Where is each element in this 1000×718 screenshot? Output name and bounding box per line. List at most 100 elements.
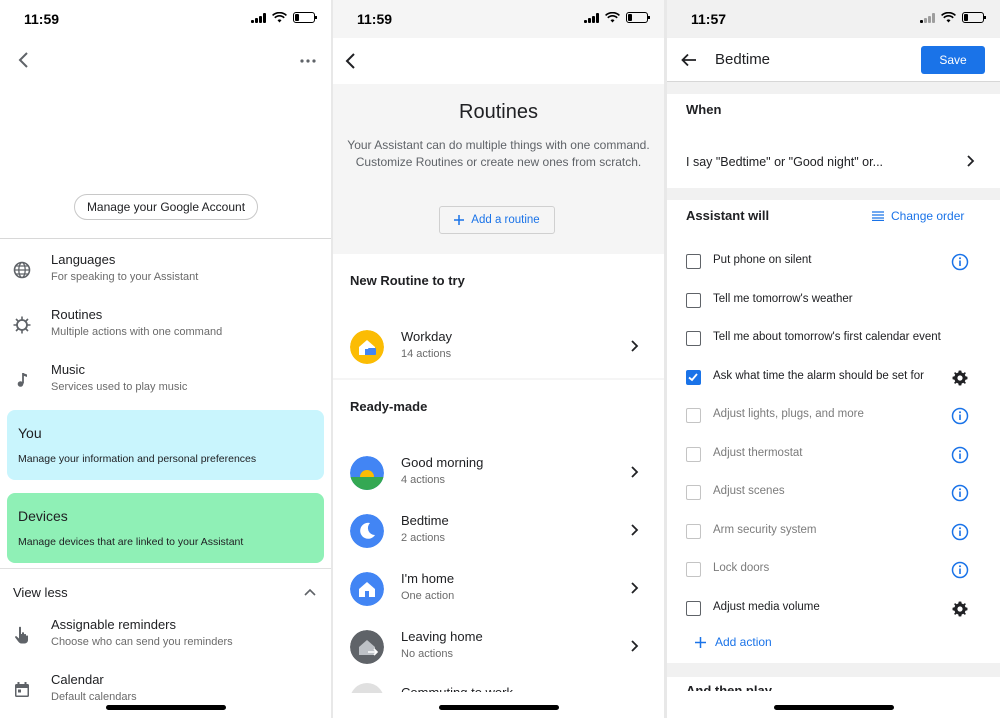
checkbox[interactable] [686, 408, 701, 423]
action-row[interactable]: Tell me tomorrow's weather [667, 286, 1000, 316]
gear-icon[interactable] [951, 600, 969, 618]
checkbox[interactable] [686, 601, 701, 616]
routines-icon [13, 316, 31, 334]
action-label: Tell me about tomorrow's first calendar … [713, 331, 941, 343]
settings-item-calendar[interactable]: Calendar Default calendars [0, 668, 331, 718]
change-order-button[interactable]: Change order [872, 209, 964, 223]
action-row[interactable]: Lock doors [667, 555, 1000, 585]
back-arrow-icon[interactable] [679, 50, 699, 70]
settings-item-subtitle: Default calendars [51, 691, 137, 703]
status-icons [920, 12, 986, 23]
music-note-icon [17, 373, 27, 387]
card-subtitle: Manage devices that are linked to your A… [18, 536, 244, 548]
bedtime-header: Bedtime Save [667, 38, 1000, 82]
action-label: Adjust media volume [713, 601, 820, 613]
checkbox[interactable] [686, 331, 701, 346]
checkbox[interactable] [686, 562, 701, 577]
you-card[interactable]: You Manage your information and personal… [7, 410, 324, 480]
routine-subtitle: 2 actions [401, 532, 446, 544]
routine-item-workday[interactable]: Workday 14 actions [333, 324, 664, 374]
battery-icon [962, 12, 986, 23]
routine-item-good-morning[interactable]: Good morning 4 actions [333, 450, 664, 500]
info-icon[interactable] [951, 253, 969, 271]
action-row[interactable]: Ask what time the alarm should be set fo… [667, 363, 1000, 393]
settings-item-subtitle: Services used to play music [51, 381, 188, 393]
info-icon[interactable] [951, 561, 969, 579]
checkbox[interactable] [686, 254, 701, 269]
back-icon[interactable] [14, 50, 34, 70]
add-action-label: Add action [715, 635, 772, 649]
info-icon[interactable] [951, 446, 969, 464]
house-icon [350, 572, 384, 606]
moon-icon [350, 514, 384, 548]
card-title: Devices [18, 508, 68, 524]
routine-title-partial: Commuting to work [401, 683, 513, 692]
add-routine-button[interactable]: Add a routine [439, 206, 555, 234]
gear-icon[interactable] [951, 369, 969, 387]
routine-item-leaving-home[interactable]: Leaving home No actions [333, 624, 664, 674]
action-label: Tell me tomorrow's weather [713, 293, 853, 305]
save-button[interactable]: Save [921, 46, 985, 74]
info-icon[interactable] [951, 407, 969, 425]
hand-pointer-icon [15, 626, 28, 644]
settings-item-routines[interactable]: Routines Multiple actions with one comma… [0, 303, 331, 353]
routine-item-im-home[interactable]: I'm home One action [333, 566, 664, 616]
checkbox[interactable] [686, 447, 701, 462]
action-row[interactable]: Arm security system [667, 517, 1000, 547]
page-title: Routines [459, 101, 538, 123]
checkbox[interactable] [686, 485, 701, 500]
wifi-icon [605, 12, 620, 23]
reorder-icon [872, 211, 884, 221]
when-trigger[interactable]: I say "Bedtime" or "Good night" or... [686, 155, 883, 169]
view-less-toggle[interactable]: View less [13, 585, 68, 600]
chevron-right-icon [631, 524, 639, 536]
routine-avatar-partial [350, 683, 384, 693]
action-row[interactable]: Adjust lights, plugs, and more [667, 401, 1000, 431]
settings-item-title: Music [51, 362, 85, 377]
manage-google-account-button[interactable]: Manage your Google Account [74, 194, 258, 220]
action-row[interactable]: Adjust media volume [667, 594, 1000, 624]
routine-subtitle: 4 actions [401, 474, 446, 486]
more-options-icon[interactable] [300, 58, 316, 64]
settings-item-music[interactable]: Music Services used to play music [0, 358, 331, 408]
sunrise-icon [350, 456, 384, 490]
back-icon[interactable] [341, 51, 361, 71]
settings-item-languages[interactable]: Languages For speaking to your Assistant [0, 248, 331, 298]
signal-icon [584, 12, 599, 23]
settings-item-subtitle: For speaking to your Assistant [51, 271, 199, 283]
routine-item-bedtime[interactable]: Bedtime 2 actions [333, 508, 664, 558]
info-icon[interactable] [951, 484, 969, 502]
status-bar: 11:57 [667, 0, 1000, 38]
add-action-button[interactable]: Add action [695, 635, 772, 649]
page-title: Bedtime [715, 51, 771, 68]
chevron-right-icon [631, 340, 639, 352]
section-title: Ready-made [350, 399, 428, 414]
checkbox[interactable] [686, 524, 701, 539]
action-label: Adjust lights, plugs, and more [713, 408, 864, 420]
action-row[interactable]: Adjust thermostat [667, 440, 1000, 470]
info-icon[interactable] [951, 523, 969, 541]
when-label: When [686, 102, 722, 117]
card-subtitle: Manage your information and personal pre… [18, 453, 257, 465]
action-row[interactable]: Tell me about tomorrow's first calendar … [667, 324, 1000, 354]
checkbox[interactable] [686, 293, 701, 308]
status-time: 11:59 [357, 11, 393, 27]
settings-item-subtitle: Multiple actions with one command [51, 326, 223, 338]
new-routine-section: New Routine to try Workday 14 actions [333, 254, 664, 378]
chevron-right-icon [631, 582, 639, 594]
home-indicator [105, 705, 226, 710]
devices-card[interactable]: Devices Manage devices that are linked t… [7, 493, 324, 563]
settings-item-assignable-reminders[interactable]: Assignable reminders Choose who can send… [0, 613, 331, 663]
chevron-up-icon[interactable] [303, 586, 317, 598]
wifi-icon [941, 12, 956, 23]
checkbox-checked[interactable] [686, 370, 701, 385]
chevron-right-icon[interactable] [965, 154, 975, 168]
settings-item-title: Calendar [51, 672, 104, 687]
assistant-settings-panel: 11:59 Manage your Google Account Languag… [0, 0, 331, 718]
action-label: Put phone on silent [713, 254, 812, 266]
home-indicator [438, 705, 559, 710]
action-row[interactable]: Adjust scenes [667, 478, 1000, 508]
settings-item-title: Languages [51, 252, 116, 267]
action-row[interactable]: Put phone on silent [667, 247, 1000, 277]
section-title: New Routine to try [350, 273, 465, 288]
